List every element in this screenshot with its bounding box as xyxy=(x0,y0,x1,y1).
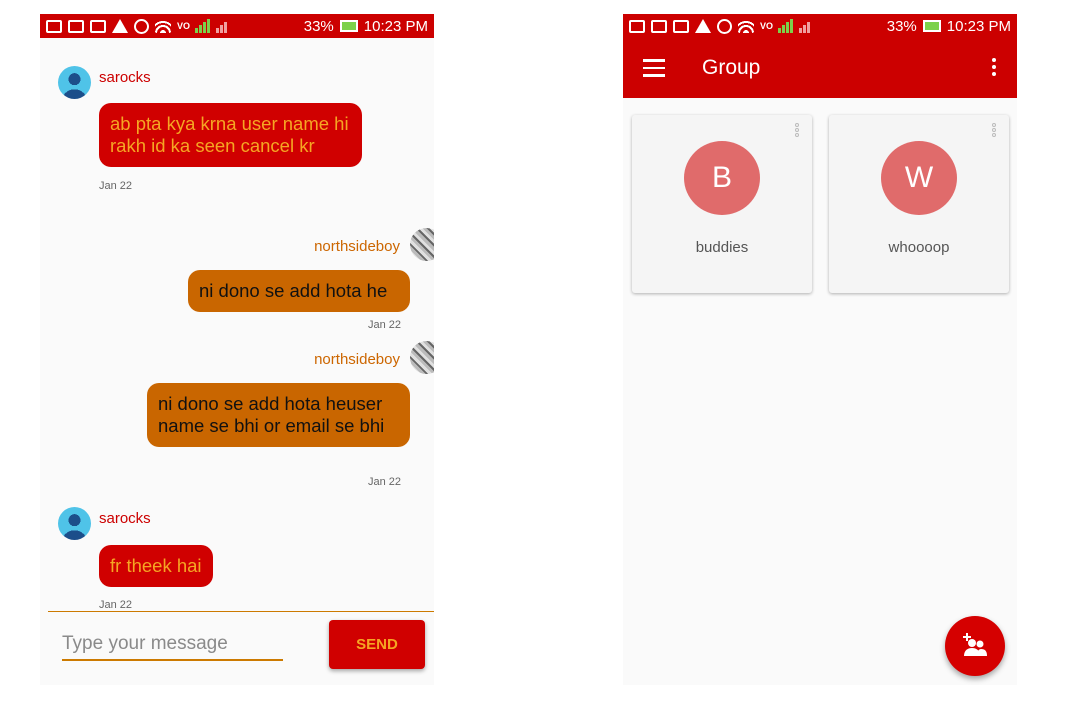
message-icon xyxy=(46,19,62,33)
app-bar: Group xyxy=(623,38,1017,98)
battery-percent: 33% xyxy=(303,17,334,35)
gallery-icon xyxy=(68,19,84,33)
add-group-icon xyxy=(963,633,987,656)
battery-icon xyxy=(339,20,358,32)
page-title: Group xyxy=(702,56,761,79)
volte-icon: VO xyxy=(177,21,191,31)
group-card-whoooop[interactable]: W whoooop xyxy=(829,115,1009,293)
status-bar: VO 33% 10:23 PM xyxy=(40,14,434,38)
alarm-icon xyxy=(717,18,732,34)
sender-name: sarocks xyxy=(99,69,151,86)
message-date: Jan 22 xyxy=(99,599,133,611)
card-more-icon[interactable] xyxy=(794,123,800,139)
volte-icon: VO xyxy=(760,21,774,31)
message-bubble[interactable]: ab pta kya krna user name hi rakh id ka … xyxy=(99,103,362,167)
group-avatar: W xyxy=(881,141,957,215)
hamburger-menu-icon[interactable] xyxy=(643,59,665,77)
send-button[interactable]: SEND xyxy=(329,620,425,669)
message-date: Jan 22 xyxy=(368,319,402,331)
chat-screen: VO 33% 10:23 PM sarocks ab pta kya krna … xyxy=(40,14,434,685)
message-date: Jan 22 xyxy=(99,180,133,192)
battery-percent: 33% xyxy=(886,17,917,35)
status-bar: VO 33% 10:23 PM xyxy=(623,14,1017,38)
battery-icon xyxy=(922,20,941,32)
warning-icon xyxy=(695,19,711,33)
card-more-icon[interactable] xyxy=(991,123,997,139)
signal-icon xyxy=(195,19,210,33)
group-card-buddies[interactable]: B buddies xyxy=(632,115,812,293)
wifi-icon xyxy=(738,19,754,33)
signal-2-icon xyxy=(799,19,810,33)
group-name: whoooop xyxy=(888,239,950,256)
cast-icon xyxy=(673,19,689,33)
message-icon xyxy=(629,19,645,33)
user-avatar[interactable] xyxy=(58,66,91,99)
sender-name: sarocks xyxy=(99,510,151,527)
user-avatar[interactable] xyxy=(58,507,91,540)
group-screen: VO 33% 10:23 PM Group B buddies W whoooo… xyxy=(623,14,1017,685)
user-avatar[interactable] xyxy=(410,228,434,261)
cast-icon xyxy=(90,19,106,33)
message-composer: SEND xyxy=(48,611,434,685)
message-bubble[interactable]: ni dono se add hota he xyxy=(188,270,410,312)
group-name: buddies xyxy=(695,239,749,256)
message-bubble[interactable]: ni dono se add hota heuser name se bhi o… xyxy=(147,383,410,447)
group-avatar: B xyxy=(684,141,760,215)
sender-name: northsideboy xyxy=(314,351,400,368)
message-list[interactable]: sarocks ab pta kya krna user name hi rak… xyxy=(40,38,434,611)
signal-2-icon xyxy=(216,19,227,33)
message-date: Jan 22 xyxy=(368,476,402,488)
clock: 10:23 PM xyxy=(946,17,1011,35)
message-bubble[interactable]: fr theek hai xyxy=(99,545,213,587)
signal-icon xyxy=(778,19,793,33)
message-input[interactable] xyxy=(62,629,283,661)
gallery-icon xyxy=(651,19,667,33)
add-group-button[interactable] xyxy=(945,616,1005,676)
warning-icon xyxy=(112,19,128,33)
clock: 10:23 PM xyxy=(363,17,428,35)
alarm-icon xyxy=(134,18,149,34)
overflow-menu-icon[interactable] xyxy=(991,58,997,78)
sender-name: northsideboy xyxy=(314,238,400,255)
wifi-icon xyxy=(155,19,171,33)
user-avatar[interactable] xyxy=(410,341,434,374)
